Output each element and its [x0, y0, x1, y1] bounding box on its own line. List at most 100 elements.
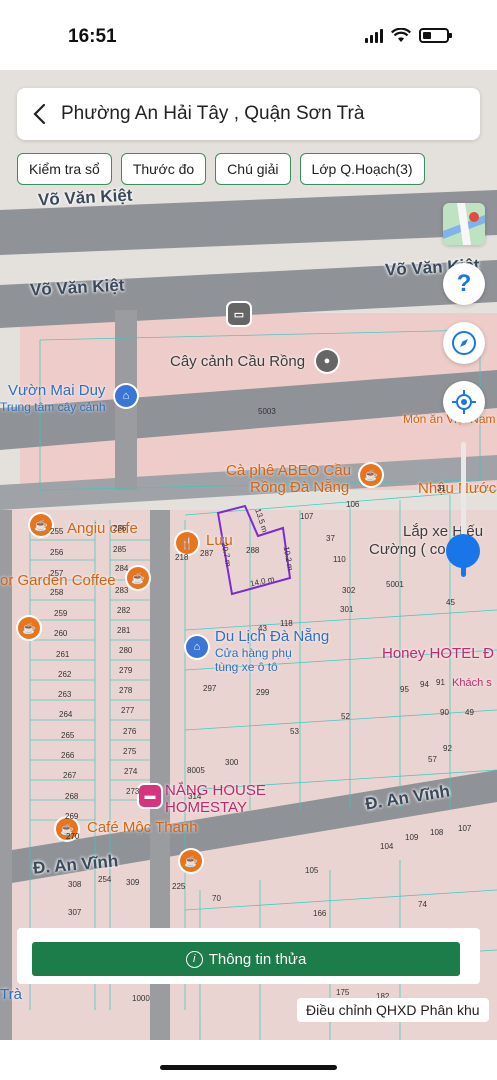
poi-label[interactable]: NẮNG HOUSE: [165, 782, 266, 799]
shop-icon[interactable]: ⌂: [115, 385, 137, 407]
lot-number: 288: [246, 546, 260, 555]
lot-number: 45: [446, 598, 455, 607]
lot-number: 218: [175, 553, 189, 562]
measure-button[interactable]: Thước đo: [120, 153, 207, 185]
lot-number: 307: [68, 908, 82, 917]
lot-number: 94: [420, 680, 429, 689]
lot-number: 259: [54, 609, 68, 618]
lot-number: 5001: [386, 580, 404, 589]
info-icon: i: [185, 950, 203, 968]
help-icon[interactable]: ?: [443, 263, 485, 305]
lot-number: 261: [56, 650, 70, 659]
lot-number: 266: [61, 751, 75, 760]
parcel-info-button[interactable]: i Thông tin thửa: [32, 942, 460, 976]
poi-label[interactable]: Cà phê ABEO Cầu: [226, 462, 351, 479]
parcel-info-label: Thông tin thửa: [208, 950, 307, 968]
lot-number: 262: [58, 670, 72, 679]
wifi-icon: [391, 28, 411, 42]
lot-number: 265: [61, 731, 75, 740]
restaurant-icon[interactable]: 🍴: [176, 532, 198, 554]
lot-number: 104: [380, 842, 394, 851]
status-time: 16:51: [68, 26, 117, 47]
cafe-icon[interactable]: ☕: [18, 617, 40, 639]
lot-number: 57: [428, 755, 437, 764]
cafe-icon[interactable]: ☕: [127, 567, 149, 589]
planning-layer-button[interactable]: Lớp Q.Hoạch(3): [299, 153, 425, 185]
lot-number: 1000: [132, 994, 150, 1003]
lot-number: 268: [65, 792, 79, 801]
hotel-icon[interactable]: ▬: [139, 785, 161, 807]
check-title-button[interactable]: Kiểm tra sổ: [17, 153, 112, 185]
opacity-slider-thumb[interactable]: [446, 534, 480, 568]
status-bar: 16:51: [0, 0, 497, 70]
lot-number: 90: [440, 708, 449, 717]
toolbar-chips: Kiểm tra sổ Thước đo Chú giải Lớp Q.Hoạc…: [17, 153, 425, 185]
lot-number: 283: [115, 586, 129, 595]
poi-label: Rồng Đà Nẵng: [250, 479, 350, 496]
poi-label: Khách s: [452, 677, 492, 689]
lot-number: 254: [98, 875, 112, 884]
lot-number: 257: [50, 569, 64, 578]
legend-button[interactable]: Chú giải: [215, 153, 291, 185]
locate-icon[interactable]: [443, 381, 485, 423]
battery-icon: [419, 28, 452, 43]
lot-number: 110: [333, 555, 346, 564]
lot-number: 275: [123, 747, 137, 756]
lot-number: 282: [117, 606, 131, 615]
poi-sublabel: Trung tâm cây cảnh: [0, 400, 106, 414]
lot-number: 43: [258, 624, 267, 633]
landmark-icon[interactable]: ●: [316, 350, 338, 372]
lot-number: 273: [126, 787, 140, 796]
lot-number: 300: [225, 758, 239, 767]
lot-number: 301: [340, 605, 354, 614]
lot-number: 91: [436, 678, 445, 687]
lot-number: 284: [115, 564, 129, 573]
lot-number: 53: [290, 727, 299, 736]
layer-map-icon[interactable]: [443, 203, 485, 245]
lot-number: 299: [256, 688, 270, 697]
poi-label[interactable]: Vườn Mai Duy: [8, 382, 105, 399]
lot-number: 74: [418, 900, 427, 909]
lot-number: 175: [336, 988, 350, 997]
lot-number: 5003: [258, 407, 276, 416]
lot-number: 287: [200, 549, 214, 558]
lot-number: 264: [59, 710, 73, 719]
poi-label[interactable]: Cây cảnh Cầu Rồng: [170, 353, 305, 370]
lot-number: 280: [119, 646, 133, 655]
poi-label[interactable]: Du Lịch Đà Nẵng: [215, 628, 329, 645]
home-indicator[interactable]: [160, 1065, 337, 1070]
lot-number: 297: [203, 684, 217, 693]
cafe-icon[interactable]: ☕: [180, 850, 202, 872]
lot-number: 70: [212, 894, 221, 903]
lot-number: 276: [123, 727, 137, 736]
lot-number: 279: [119, 666, 133, 675]
lot-number: 302: [342, 586, 356, 595]
map-view[interactable]: Võ Văn Kiệt Võ Văn Kiệt Võ Văn Kiệt Đ. A…: [0, 70, 497, 1040]
compass-icon[interactable]: [443, 322, 485, 364]
lot-number: 269: [65, 812, 79, 821]
location-header: Phường An Hải Tây , Quận Sơn Trà: [17, 88, 480, 140]
poi-label[interactable]: Honey HOTEL Đ: [382, 645, 494, 662]
back-icon[interactable]: [17, 88, 61, 140]
poi-label[interactable]: Angiu cafe: [67, 520, 138, 537]
lot-number: 314: [188, 792, 202, 801]
lot-number: 309: [126, 878, 140, 887]
lot-number: 105: [305, 866, 319, 875]
lot-number: 118: [280, 619, 293, 628]
lot-number: 107: [300, 512, 314, 521]
cafe-icon[interactable]: ☕: [30, 514, 52, 536]
plan-name-tag[interactable]: Điều chỉnh QHXD Phân khu: [297, 998, 489, 1022]
bottom-card: i Thông tin thửa: [17, 928, 480, 984]
poi-label[interactable]: Nhậu Nước: [418, 480, 496, 497]
lot-number: 281: [117, 626, 131, 635]
lot-number: 225: [172, 882, 186, 891]
lot-number: 92: [443, 744, 452, 753]
poi-label[interactable]: Café Mộc Thanh: [87, 819, 198, 836]
cafe-icon[interactable]: ☕: [360, 464, 382, 486]
bus-icon[interactable]: ▭: [228, 303, 250, 325]
lot-number: 260: [54, 629, 68, 638]
shop-icon[interactable]: ⌂: [186, 636, 208, 658]
lot-number: 270: [66, 832, 80, 841]
lot-number: 263: [58, 690, 72, 699]
lot-number: 108: [430, 828, 444, 837]
